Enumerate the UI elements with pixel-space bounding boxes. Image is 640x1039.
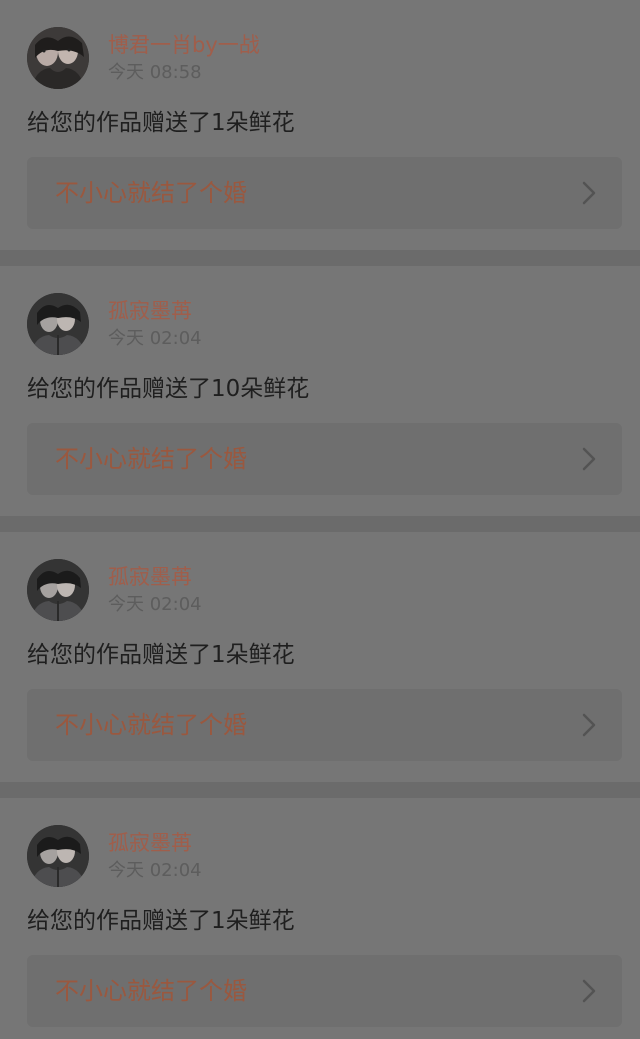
- notification-message: 给您的作品赠送了1朵鲜花: [27, 642, 295, 668]
- notification-card: 孤寂墨苒 今天 02:04 给您的作品赠送了10朵鲜花 不小心就结了个婚: [0, 266, 640, 516]
- avatar[interactable]: [27, 27, 89, 89]
- timestamp: 今天 02:04: [108, 594, 202, 615]
- work-title: 不小心就结了个婚: [55, 711, 247, 739]
- work-title: 不小心就结了个婚: [55, 977, 247, 1005]
- notification-header: 孤寂墨苒 今天 02:04: [27, 293, 613, 355]
- notification-feed: 博君一肖by一战 今天 08:58 给您的作品赠送了1朵鲜花 不小心就结了个婚: [0, 0, 640, 1039]
- chevron-right-icon: [582, 979, 596, 1003]
- work-link[interactable]: 不小心就结了个婚: [27, 423, 622, 495]
- notification-header: 孤寂墨苒 今天 02:04: [27, 825, 613, 887]
- avatar[interactable]: [27, 559, 89, 621]
- notification-message: 给您的作品赠送了10朵鲜花: [27, 376, 310, 402]
- timestamp: 今天 08:58: [108, 62, 202, 83]
- avatar[interactable]: [27, 293, 89, 355]
- avatar[interactable]: [27, 825, 89, 887]
- username[interactable]: 孤寂墨苒: [108, 564, 192, 590]
- work-title: 不小心就结了个婚: [55, 179, 247, 207]
- notification-card: 孤寂墨苒 今天 02:04 给您的作品赠送了1朵鲜花 不小心就结了个婚: [0, 532, 640, 782]
- notification-card: 博君一肖by一战 今天 08:58 给您的作品赠送了1朵鲜花 不小心就结了个婚: [0, 0, 640, 250]
- work-link[interactable]: 不小心就结了个婚: [27, 689, 622, 761]
- work-link[interactable]: 不小心就结了个婚: [27, 157, 622, 229]
- notification-message: 给您的作品赠送了1朵鲜花: [27, 110, 295, 136]
- username[interactable]: 博君一肖by一战: [108, 32, 260, 58]
- username[interactable]: 孤寂墨苒: [108, 298, 192, 324]
- chevron-right-icon: [582, 713, 596, 737]
- notification-message: 给您的作品赠送了1朵鲜花: [27, 908, 295, 934]
- notification-header: 博君一肖by一战 今天 08:58: [27, 27, 613, 89]
- chevron-right-icon: [582, 181, 596, 205]
- timestamp: 今天 02:04: [108, 860, 202, 881]
- timestamp: 今天 02:04: [108, 328, 202, 349]
- notification-header: 孤寂墨苒 今天 02:04: [27, 559, 613, 621]
- work-title: 不小心就结了个婚: [55, 445, 247, 473]
- notification-card: 孤寂墨苒 今天 02:04 给您的作品赠送了1朵鲜花 不小心就结了个婚: [0, 798, 640, 1039]
- work-link[interactable]: 不小心就结了个婚: [27, 955, 622, 1027]
- chevron-right-icon: [582, 447, 596, 471]
- username[interactable]: 孤寂墨苒: [108, 830, 192, 856]
